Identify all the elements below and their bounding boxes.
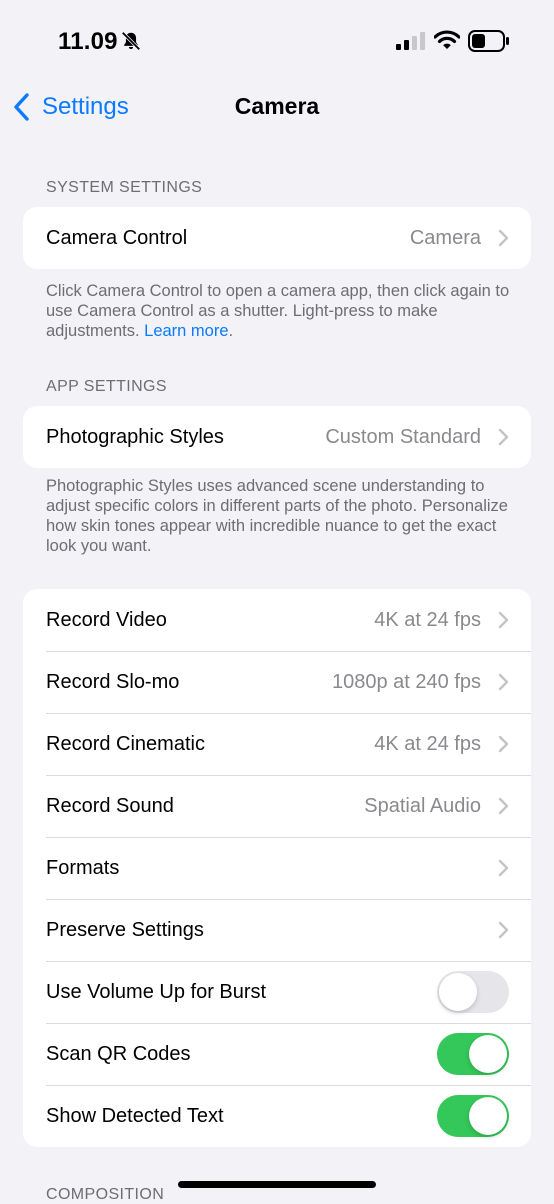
chevron-right-icon: [498, 859, 509, 877]
row-record-video[interactable]: Record Video 4K at 24 fps: [23, 589, 531, 651]
volume-burst-toggle[interactable]: [437, 971, 509, 1013]
navigation-bar: Settings Camera: [0, 80, 554, 136]
row-label: Record Cinematic: [46, 732, 205, 755]
camera-options-group: Record Video 4K at 24 fps Record Slo-mo …: [23, 589, 531, 1147]
chevron-right-icon: [498, 428, 509, 446]
toggle-knob: [439, 973, 477, 1011]
learn-more-link[interactable]: Learn more: [144, 322, 228, 340]
chevron-right-icon: [498, 229, 509, 247]
row-label: Record Sound: [46, 794, 174, 817]
row-label: Show Detected Text: [46, 1104, 224, 1127]
status-time: 11.09: [58, 28, 118, 55]
row-record-slo-mo[interactable]: Record Slo-mo 1080p at 240 fps: [23, 651, 531, 713]
toggle-knob: [469, 1097, 507, 1135]
row-scan-qr-codes: Scan QR Codes: [23, 1023, 531, 1085]
app-settings-group: Photographic Styles Custom Standard: [23, 406, 531, 468]
page-title: Camera: [234, 93, 320, 119]
home-indicator: [178, 1181, 376, 1188]
row-photographic-styles[interactable]: Photographic Styles Custom Standard: [23, 406, 531, 468]
row-label: Photographic Styles: [46, 425, 224, 448]
row-label: Formats: [46, 856, 120, 879]
row-label: Use Volume Up for Burst: [46, 980, 267, 1003]
chevron-right-icon: [498, 735, 509, 753]
section-header-composition: COMPOSITION: [46, 1186, 165, 1203]
row-label: Record Slo-mo: [46, 670, 180, 693]
status-bar: 11.09: [0, 0, 554, 80]
chevron-right-icon: [498, 611, 509, 629]
bell-slash-icon: [121, 31, 141, 51]
row-show-detected-text: Show Detected Text: [23, 1085, 531, 1147]
chevron-right-icon: [498, 797, 509, 815]
wifi-icon: [434, 30, 460, 49]
row-value: Custom Standard: [325, 425, 481, 448]
section-header-app-settings: APP SETTINGS: [46, 378, 167, 395]
app-settings-footer: Photographic Styles uses advanced scene …: [46, 477, 508, 555]
row-camera-control[interactable]: Camera Control Camera: [23, 207, 531, 269]
row-value: 4K at 24 fps: [374, 608, 481, 631]
battery-icon: [468, 30, 509, 52]
system-settings-footer: Click Camera Control to open a camera ap…: [46, 281, 516, 341]
row-record-cinematic[interactable]: Record Cinematic 4K at 24 fps: [23, 713, 531, 775]
row-label: Camera Control: [46, 226, 188, 249]
chevron-right-icon: [498, 673, 509, 691]
show-detected-text-toggle[interactable]: [437, 1095, 509, 1137]
row-value: Camera: [409, 226, 481, 249]
row-formats[interactable]: Formats: [23, 837, 531, 899]
row-label: Preserve Settings: [46, 918, 204, 941]
chevron-right-icon: [498, 921, 509, 939]
row-label: Record Video: [46, 608, 167, 631]
toggle-knob: [469, 1035, 507, 1073]
row-use-volume-up-for-burst: Use Volume Up for Burst: [23, 961, 531, 1023]
row-record-sound[interactable]: Record Sound Spatial Audio: [23, 775, 531, 837]
footer-text: Click Camera Control to open a camera ap…: [46, 282, 510, 340]
system-settings-group: Camera Control Camera: [23, 207, 531, 269]
row-preserve-settings[interactable]: Preserve Settings: [23, 899, 531, 961]
signal-icon: [396, 32, 425, 50]
footer-period: .: [228, 322, 234, 340]
scan-qr-codes-toggle[interactable]: [437, 1033, 509, 1075]
row-value: 1080p at 240 fps: [331, 670, 481, 693]
row-value: 4K at 24 fps: [374, 732, 481, 755]
row-label: Scan QR Codes: [46, 1042, 191, 1065]
row-value: Spatial Audio: [364, 794, 481, 817]
section-header-system-settings: SYSTEM SETTINGS: [46, 179, 203, 196]
